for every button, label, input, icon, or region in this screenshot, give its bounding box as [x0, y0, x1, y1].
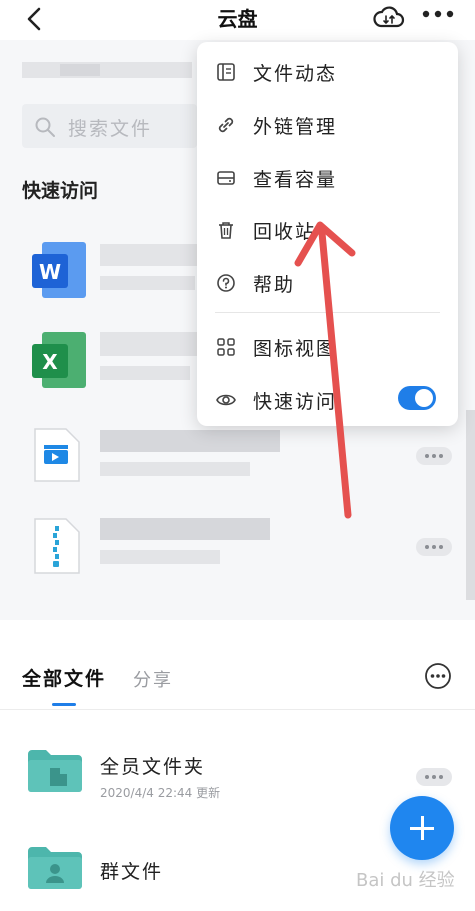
plus-icon-vertical: [421, 816, 424, 840]
grid-view-icon: [217, 338, 235, 356]
file-meta-blurred: [100, 276, 195, 290]
file-name-blurred: [100, 332, 200, 356]
menu-item-view-capacity[interactable]: 查看容量: [197, 153, 458, 203]
menu-item-label: 外链管理: [253, 116, 338, 138]
help-icon: [217, 274, 235, 292]
storage-icon: [217, 171, 235, 185]
eye-icon: [216, 394, 236, 406]
cloud-transfer-icon[interactable]: [373, 5, 405, 29]
scroll-edge: [466, 410, 475, 600]
file-meta-blurred: [100, 366, 190, 380]
more-dot-icon: [425, 545, 429, 549]
file-meta: 2020/4/4 22:44 更新: [100, 786, 221, 800]
file-name-blurred: [100, 244, 200, 266]
file-meta-blurred: [100, 462, 250, 476]
blur-fragment: [60, 64, 100, 76]
more-dot-icon: [432, 454, 436, 458]
more-dot-icon: [439, 775, 443, 779]
zip-file-icon[interactable]: [32, 516, 82, 576]
excel-file-icon[interactable]: X: [30, 330, 88, 392]
tab-share[interactable]: 分享: [133, 666, 173, 692]
more-dot-icon: [439, 454, 443, 458]
menu-item-label: 查看容量: [253, 169, 338, 191]
watermark: Bai du 经验: [356, 870, 455, 891]
more-horizontal-icon[interactable]: [420, 7, 456, 21]
word-file-icon[interactable]: W: [30, 240, 88, 302]
quick-access-toggle[interactable]: [398, 386, 436, 410]
search-icon: [35, 117, 55, 137]
link-icon: [218, 117, 234, 133]
file-tabs: 全部文件 分享: [0, 640, 475, 710]
user-name-blurred: [22, 62, 192, 78]
file-name[interactable]: 全员文件夹: [100, 752, 205, 779]
video-file-icon[interactable]: [32, 426, 82, 484]
svg-text:W: W: [39, 260, 61, 284]
menu-item-file-activity[interactable]: 文件动态: [197, 47, 458, 97]
more-dot-icon: [432, 545, 436, 549]
file-activity-icon: [217, 63, 235, 81]
search-input[interactable]: 搜索文件: [22, 104, 197, 148]
more-dot-icon: [432, 775, 436, 779]
file-name[interactable]: 群文件: [100, 857, 163, 884]
quick-access-title: 快速访问: [22, 180, 99, 202]
tab-all-files[interactable]: 全部文件: [22, 664, 106, 691]
folder-icon[interactable]: [26, 748, 84, 794]
search-placeholder: 搜索文件: [68, 118, 153, 140]
file-meta-blurred: [100, 550, 220, 564]
more-circle-icon[interactable]: [424, 662, 452, 690]
group-folder-icon[interactable]: [26, 845, 84, 891]
file-name-blurred: [100, 518, 270, 540]
more-dot-icon: [425, 775, 429, 779]
more-dot-icon: [439, 545, 443, 549]
file-more-button[interactable]: [416, 447, 452, 465]
red-arrow-annotation: [294, 221, 356, 519]
file-name-blurred: [100, 430, 280, 452]
svg-text:X: X: [42, 350, 58, 374]
more-dot-icon: [425, 454, 429, 458]
toggle-knob: [415, 389, 433, 407]
menu-item-label: 文件动态: [253, 63, 338, 85]
file-more-button[interactable]: [416, 768, 452, 786]
trash-icon: [219, 222, 233, 239]
file-more-button[interactable]: [416, 538, 452, 556]
menu-item-link-manage[interactable]: 外链管理: [197, 100, 458, 150]
menu-item-label: 帮助: [253, 274, 296, 296]
add-button[interactable]: [390, 796, 454, 860]
tabs-divider: [0, 709, 475, 710]
active-tab-indicator: [52, 703, 76, 706]
